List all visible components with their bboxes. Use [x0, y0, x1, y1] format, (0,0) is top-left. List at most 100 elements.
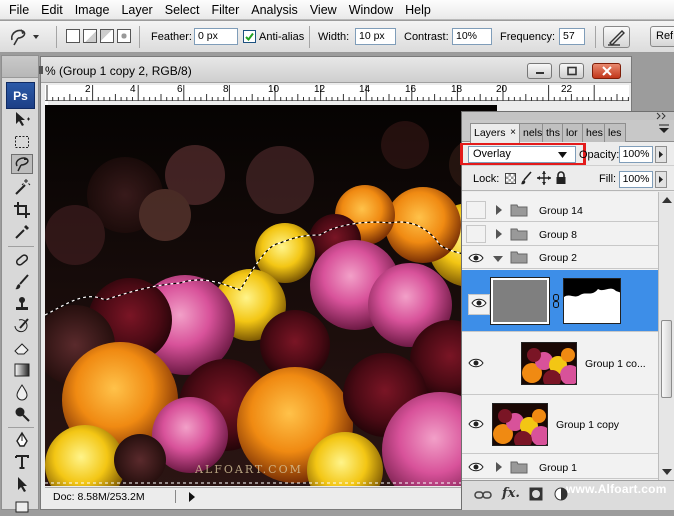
expand-arrow-icon[interactable] [495, 462, 503, 475]
toolbox-header[interactable] [2, 56, 38, 78]
menu-window[interactable]: Window [343, 0, 399, 20]
magic-wand-tool-icon[interactable] [11, 177, 33, 197]
menu-file[interactable]: File [3, 0, 35, 20]
layer-mask-thumbnail[interactable] [563, 278, 621, 324]
minimize-button[interactable] [527, 63, 552, 79]
link-layers-icon[interactable] [474, 489, 492, 504]
magnetic-lasso-preset-icon[interactable] [8, 26, 42, 51]
lock-image-icon[interactable] [520, 171, 534, 188]
add-mask-icon[interactable] [529, 487, 543, 504]
tab-close-icon[interactable]: × [510, 124, 516, 142]
dodge-tool-icon[interactable] [11, 404, 33, 424]
tab-swatches[interactable]: hes [582, 123, 605, 142]
photoshop-logo[interactable]: Ps [6, 82, 35, 109]
layer-row-adjustment-selected[interactable] [462, 270, 658, 332]
expand-arrow-icon[interactable] [495, 229, 503, 242]
blur-tool-icon[interactable] [11, 382, 33, 402]
visibility-toggle[interactable] [466, 225, 486, 243]
tablet-pressure-icon[interactable] [603, 26, 630, 48]
ruler-label: 12 [314, 84, 326, 95]
gradient-tool-icon[interactable] [11, 360, 33, 380]
layer-row-group-1-copy-2[interactable]: Group 1 co... [462, 333, 658, 395]
ruler-label: 10 [268, 84, 280, 95]
fill-input[interactable]: 100% [619, 171, 653, 188]
opacity-input[interactable]: 100% [619, 146, 653, 163]
subtract-from-selection-icon[interactable] [100, 29, 114, 43]
antialias-checkbox[interactable] [243, 30, 256, 43]
marquee-tool-icon[interactable] [11, 132, 33, 152]
intersect-selection-icon[interactable] [117, 29, 131, 43]
eye-icon[interactable] [468, 418, 484, 433]
width-input[interactable]: 10 px [355, 28, 396, 45]
feather-input[interactable]: 0 px [194, 28, 238, 45]
shape-tool-icon[interactable] [11, 496, 33, 516]
mask-link-icon[interactable] [553, 294, 559, 311]
layer-row-group-1-copy[interactable]: Group 1 copy [462, 396, 658, 454]
type-tool-icon[interactable] [11, 452, 33, 472]
history-brush-tool-icon[interactable] [11, 316, 33, 336]
layer-row-group-14[interactable]: Group 14 [462, 199, 658, 222]
path-selection-tool-icon[interactable] [11, 474, 33, 494]
menu-select[interactable]: Select [159, 0, 206, 20]
clone-stamp-tool-icon[interactable] [11, 294, 33, 314]
layer-style-fx-icon[interactable]: fx. [502, 486, 520, 501]
add-to-selection-icon[interactable] [83, 29, 97, 43]
menu-help[interactable]: Help [399, 0, 437, 20]
blend-mode-select[interactable]: Overlay [468, 146, 576, 163]
crop-tool-icon[interactable] [11, 200, 33, 220]
brush-tool-icon[interactable] [11, 272, 33, 292]
status-menu-arrow-icon[interactable] [188, 492, 196, 505]
feather-label: Feather: [151, 31, 192, 43]
move-tool-icon[interactable] [11, 109, 33, 129]
tab-color[interactable]: lor [562, 123, 583, 142]
new-selection-icon[interactable] [66, 29, 80, 43]
frequency-input[interactable]: 57 [559, 28, 585, 45]
tab-paths[interactable]: ths [542, 123, 563, 142]
menu-analysis[interactable]: Analysis [245, 0, 304, 20]
layer-thumbnail[interactable] [521, 342, 577, 385]
eye-icon[interactable] [468, 461, 484, 476]
eye-icon[interactable] [468, 252, 484, 267]
tab-styles[interactable]: les [604, 123, 626, 142]
scroll-down-icon[interactable] [662, 468, 672, 476]
menu-image[interactable]: Image [69, 0, 116, 20]
eyedropper-tool-icon[interactable] [11, 222, 33, 242]
expand-arrow-icon[interactable] [495, 205, 503, 218]
pen-tool-icon[interactable] [11, 430, 33, 450]
healing-brush-tool-icon[interactable] [11, 250, 33, 270]
layer-row-group-1[interactable]: Group 1 [462, 455, 658, 479]
layer-row-group-8[interactable]: Group 8 [462, 223, 658, 246]
layer-thumbnail[interactable] [490, 277, 550, 325]
opacity-slider-button[interactable] [655, 146, 667, 163]
image-canvas[interactable]: ALFOART.COM [45, 105, 497, 486]
document-title-bar[interactable]: % (Group 1 copy 2, RGB/8) [39, 57, 631, 83]
eye-icon[interactable] [468, 294, 490, 315]
eraser-tool-icon[interactable] [11, 338, 33, 358]
lasso-tool-icon[interactable] [11, 154, 33, 174]
close-button[interactable] [592, 63, 621, 79]
lock-all-icon[interactable] [555, 171, 567, 188]
eye-icon[interactable] [468, 357, 484, 372]
lock-transparent-icon[interactable] [505, 173, 516, 184]
visibility-toggle[interactable] [466, 201, 486, 219]
tab-channels[interactable]: nels [519, 123, 543, 142]
panel-header[interactable] [462, 112, 674, 120]
scroll-up-icon[interactable] [662, 196, 672, 204]
maximize-button[interactable] [559, 63, 584, 79]
menu-filter[interactable]: Filter [205, 0, 245, 20]
menu-layer[interactable]: Layer [115, 0, 158, 20]
layers-scrollbar[interactable] [658, 192, 674, 480]
fill-slider-button[interactable] [655, 171, 667, 188]
refine-edge-button[interactable]: Ref [650, 26, 674, 47]
tab-layers[interactable]: Layers × [470, 123, 520, 143]
panel-menu-icon[interactable] [658, 124, 670, 139]
collapse-arrow-icon[interactable] [493, 254, 503, 266]
contrast-input[interactable]: 10% [452, 28, 492, 45]
layer-thumbnail[interactable] [492, 403, 548, 446]
lock-position-icon[interactable] [537, 171, 551, 188]
menu-view[interactable]: View [304, 0, 343, 20]
layer-row-group-2[interactable]: Group 2 [462, 247, 658, 269]
collapse-panel-icon[interactable] [655, 112, 669, 120]
menu-edit[interactable]: Edit [35, 0, 69, 20]
scrollbar-thumb[interactable] [661, 320, 672, 398]
